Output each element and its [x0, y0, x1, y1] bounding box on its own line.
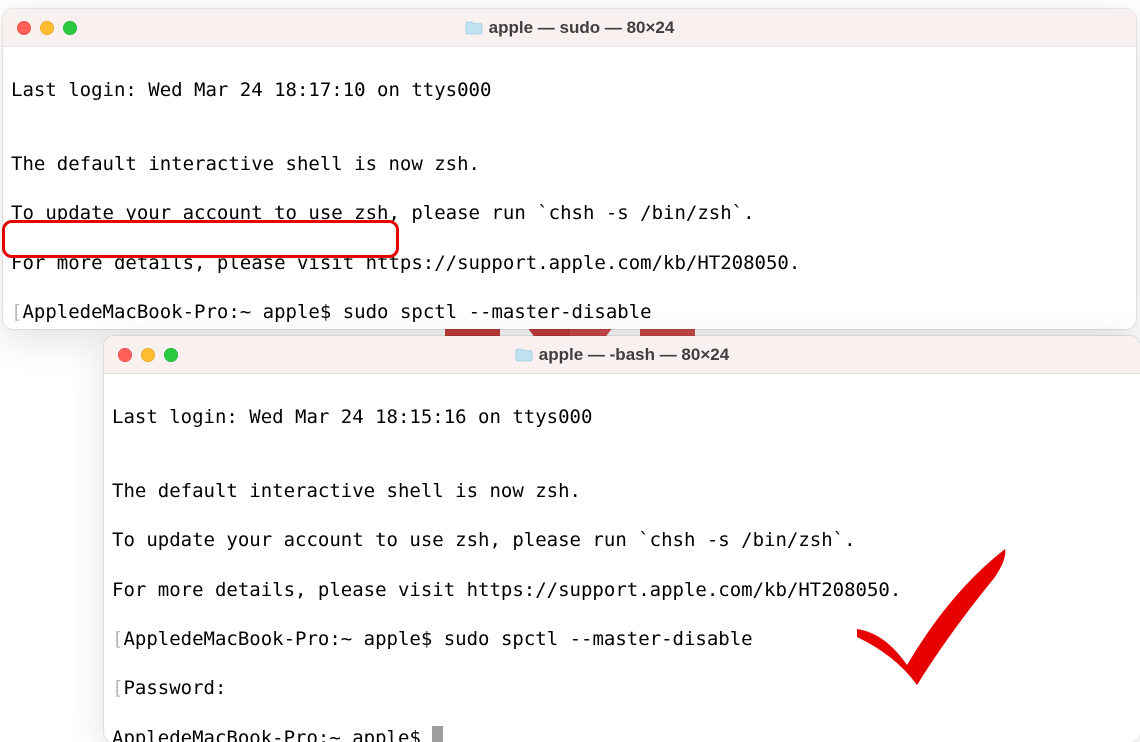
folder-icon	[465, 21, 483, 35]
title-center: apple — -bash — 80×24	[104, 345, 1140, 365]
password-prompt: Password:	[123, 677, 226, 699]
title-center: apple — sudo — 80×24	[3, 18, 1136, 38]
terminal-line: [AppledeMacBook-Pro:~ apple$ sudo spctl …	[112, 627, 1132, 652]
prompt-line: AppledeMacBook-Pro:~ apple$ sudo spctl -…	[123, 628, 752, 650]
window-title: apple — sudo — 80×24	[489, 18, 675, 38]
minimize-button[interactable]	[141, 348, 155, 362]
terminal-content[interactable]: Last login: Wed Mar 24 18:17:10 on ttys0…	[3, 47, 1136, 329]
terminal-line: Last login: Wed Mar 24 18:17:10 on ttys0…	[11, 78, 1128, 103]
close-button[interactable]	[118, 348, 132, 362]
maximize-button[interactable]	[63, 21, 77, 35]
terminal-line: To update your account to use zsh, pleas…	[112, 528, 1132, 553]
minimize-button[interactable]	[40, 21, 54, 35]
maximize-button[interactable]	[164, 348, 178, 362]
terminal-line: AppledeMacBook-Pro:~ apple$	[112, 726, 1132, 742]
terminal-line: [AppledeMacBook-Pro:~ apple$ sudo spctl …	[11, 300, 1128, 325]
terminal-content[interactable]: Last login: Wed Mar 24 18:15:16 on ttys0…	[104, 374, 1140, 742]
terminal-line: For more details, please visit https://s…	[112, 578, 1132, 603]
terminal-line: The default interactive shell is now zsh…	[112, 479, 1132, 504]
folder-icon	[515, 348, 533, 362]
block-cursor	[432, 726, 443, 742]
title-bar[interactable]: apple — -bash — 80×24	[104, 336, 1140, 374]
terminal-line: Last login: Wed Mar 24 18:15:16 on ttys0…	[112, 405, 1132, 430]
terminal-window-bash[interactable]: apple — -bash — 80×24 Last login: Wed Ma…	[104, 336, 1140, 742]
terminal-line: To update your account to use zsh, pleas…	[11, 201, 1128, 226]
prompt-line: AppledeMacBook-Pro:~ apple$ sudo spctl -…	[22, 301, 651, 323]
traffic-lights	[17, 21, 77, 35]
title-bar[interactable]: apple — sudo — 80×24	[3, 9, 1136, 47]
traffic-lights	[118, 348, 178, 362]
prompt-line: AppledeMacBook-Pro:~ apple$	[112, 727, 432, 742]
terminal-window-sudo[interactable]: apple — sudo — 80×24 Last login: Wed Mar…	[3, 9, 1136, 329]
terminal-line: [Password:	[112, 676, 1132, 701]
window-title: apple — -bash — 80×24	[539, 345, 729, 365]
close-button[interactable]	[17, 21, 31, 35]
terminal-line: For more details, please visit https://s…	[11, 251, 1128, 276]
terminal-line: The default interactive shell is now zsh…	[11, 152, 1128, 177]
